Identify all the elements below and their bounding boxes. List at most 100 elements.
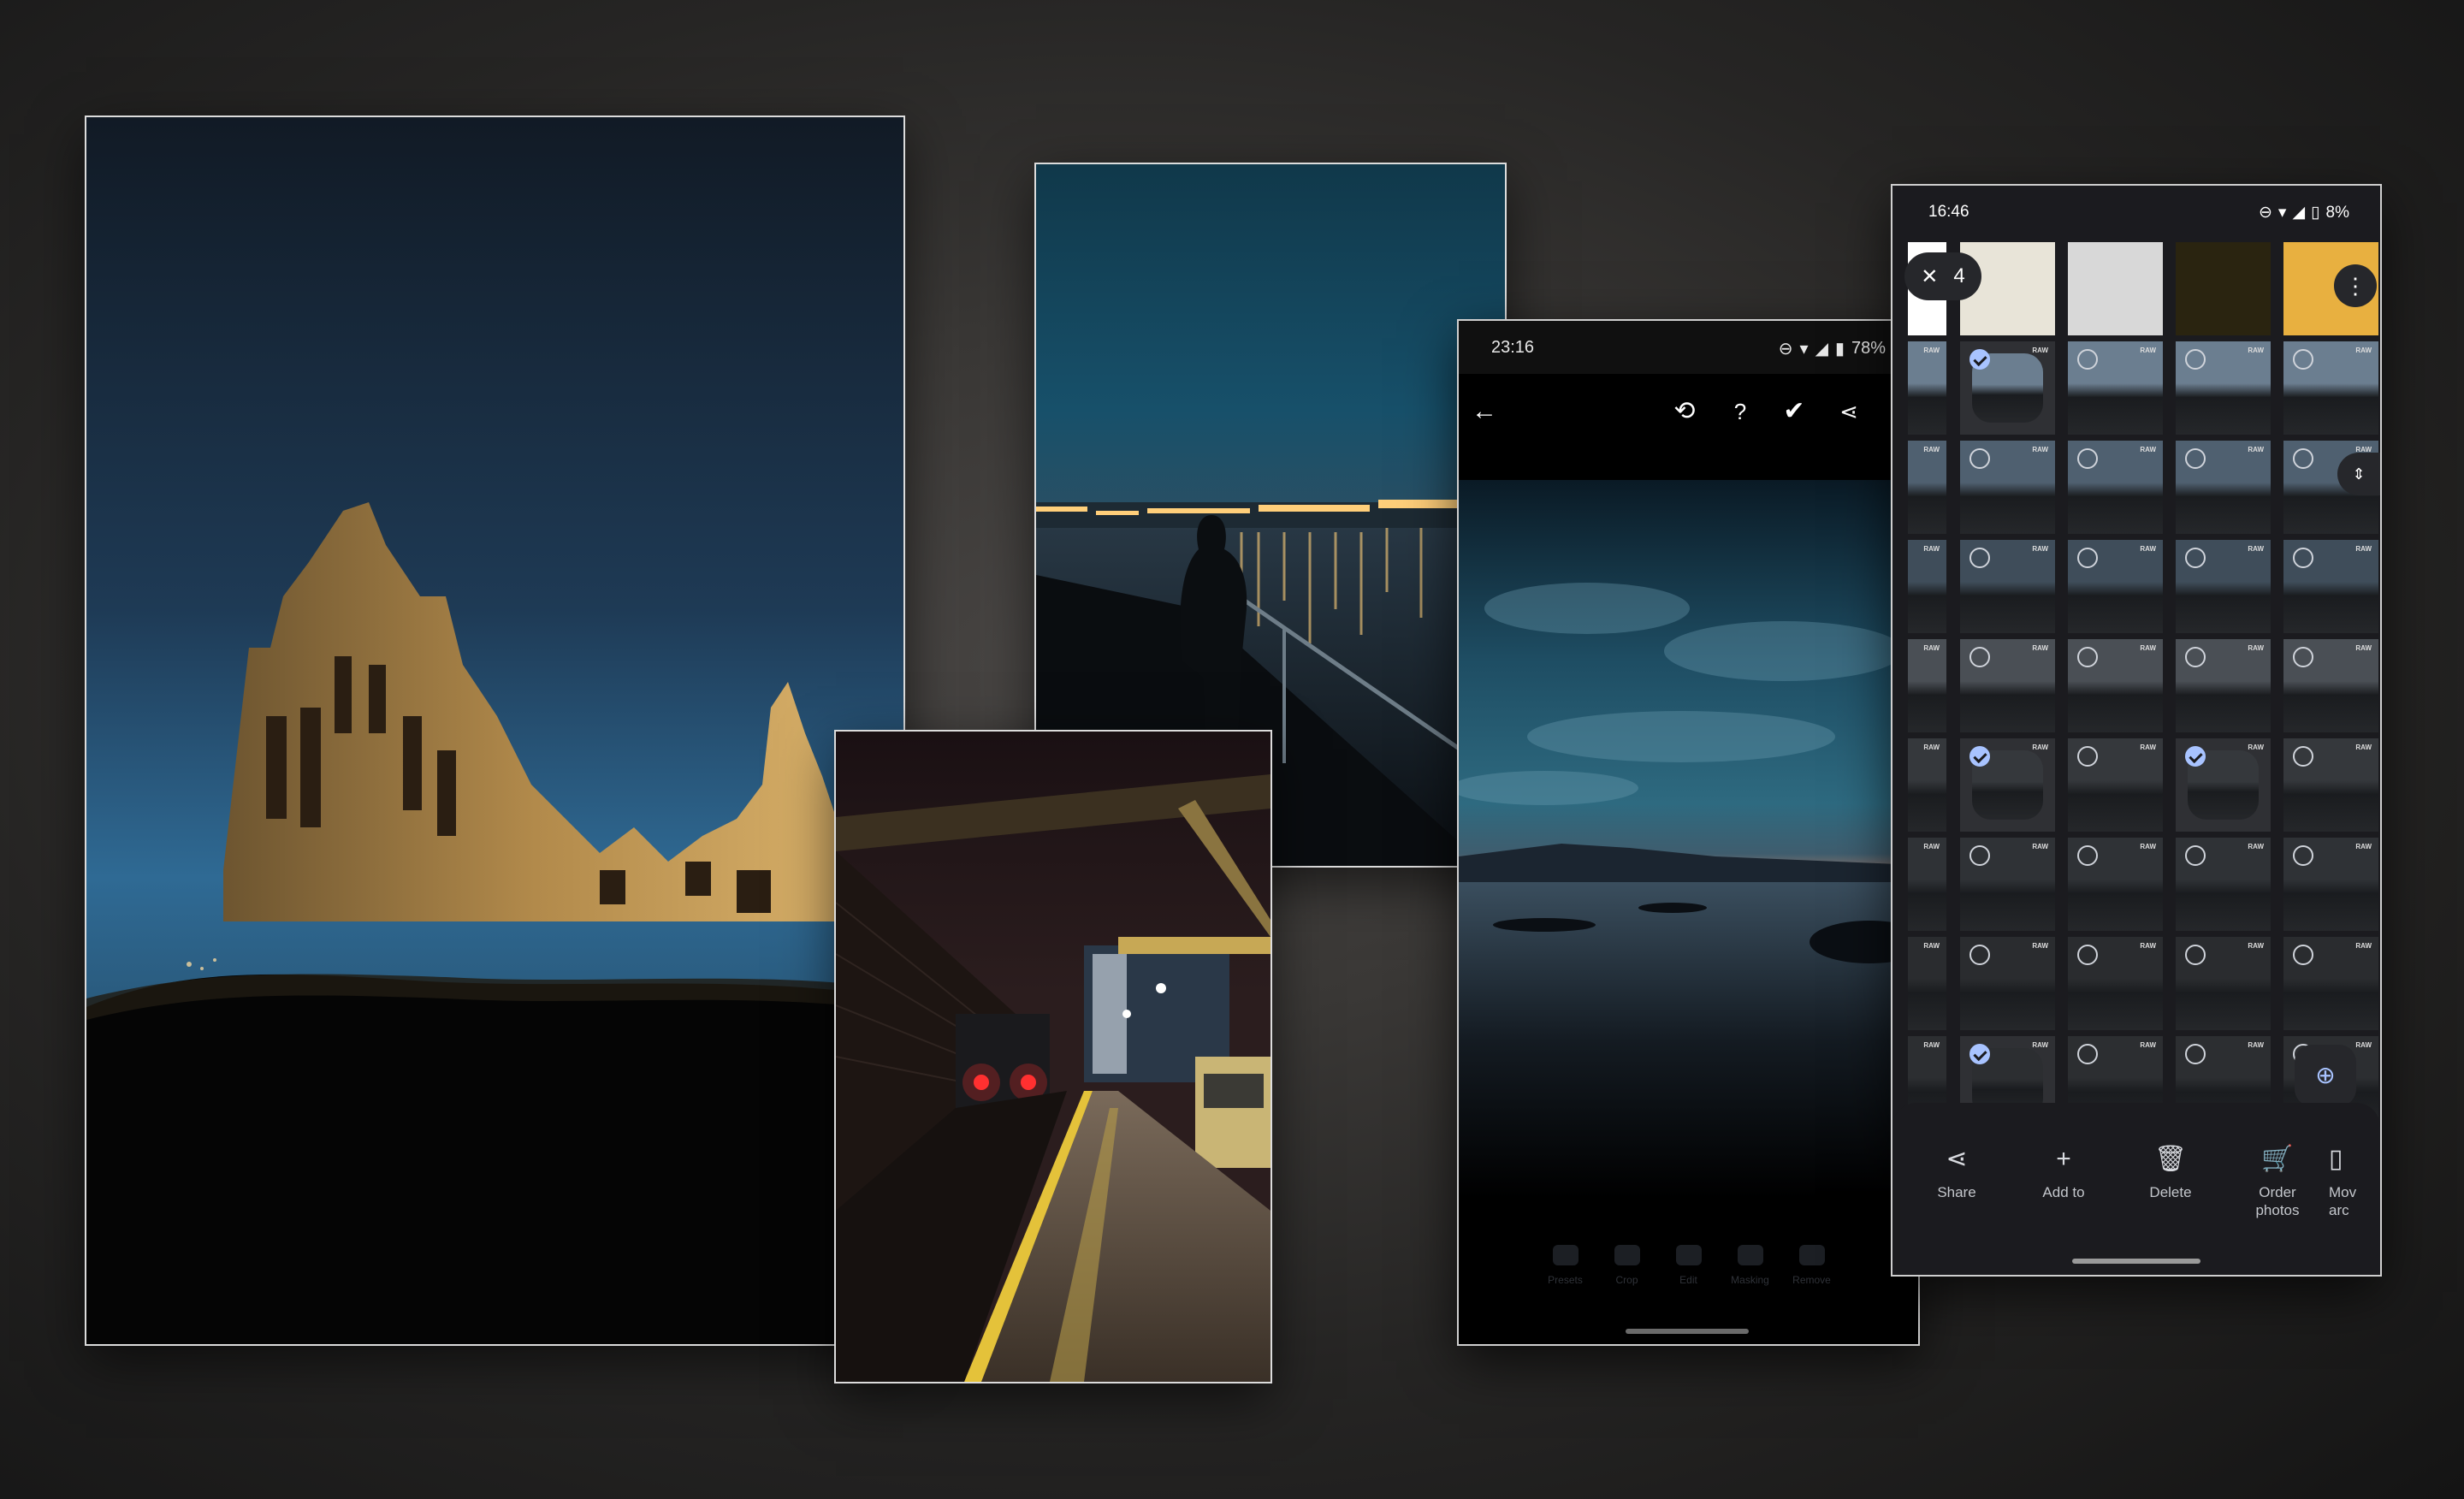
check-circle-icon[interactable]: ✔ <box>1777 394 1811 429</box>
unchecked-circle-icon[interactable] <box>1969 945 1990 965</box>
status-icons: ⊖ ▾ ◢ ▮ 78% <box>1779 338 1886 359</box>
photo-thumbnail[interactable]: RAW <box>2176 639 2271 732</box>
more-vertical-icon[interactable]: ⋮ <box>2334 264 2377 307</box>
photo-thumbnail[interactable]: RAW <box>1908 540 1946 633</box>
photo-thumbnail[interactable]: RAW <box>2176 838 2271 931</box>
photo-thumbnail[interactable]: RAW <box>2068 738 2163 832</box>
photo-thumbnail[interactable]: RAW <box>2283 639 2378 732</box>
photo-thumbnail[interactable]: RAW <box>1960 441 2055 534</box>
unchecked-circle-icon[interactable] <box>2293 945 2313 965</box>
photo-thumbnail[interactable]: RAW <box>1960 639 2055 732</box>
unchecked-circle-icon[interactable] <box>2077 845 2098 866</box>
photo-thumbnail[interactable]: RAW <box>1908 937 1946 1030</box>
close-icon[interactable]: ✕ <box>1921 264 1938 289</box>
photo-thumbnail[interactable]: RAW <box>2283 838 2378 931</box>
help-circle-icon[interactable]: ? <box>1723 394 1757 429</box>
wifi-icon: ▾ <box>1799 340 1809 358</box>
history-icon[interactable]: ⟲ <box>1667 394 1702 429</box>
photo-thumbnail[interactable]: RAW <box>1960 738 2055 832</box>
unchecked-circle-icon[interactable] <box>2077 746 2098 767</box>
raw-badge: RAW <box>2140 942 2156 950</box>
photo-thumbnail[interactable]: RAW <box>2176 441 2271 534</box>
tool-edit[interactable]: Edit <box>1667 1245 1711 1313</box>
scrollbar-handle-icon[interactable]: ⇕ <box>2337 453 2380 495</box>
checked-circle-icon[interactable] <box>2185 746 2206 767</box>
photo-thumbnail[interactable]: RAW <box>2283 540 2378 633</box>
photo-thumbnail[interactable]: RAW <box>2068 639 2163 732</box>
dnd-icon: ⊖ <box>1778 340 1793 358</box>
unchecked-circle-icon[interactable] <box>2077 945 2098 965</box>
unchecked-circle-icon[interactable] <box>2185 647 2206 667</box>
unchecked-circle-icon[interactable] <box>2185 349 2206 370</box>
unchecked-circle-icon[interactable] <box>2077 448 2098 469</box>
archive-icon: ▯ <box>2329 1145 2343 1173</box>
checked-circle-icon[interactable] <box>1969 1044 1990 1064</box>
photo-thumbnail[interactable] <box>2176 242 2271 335</box>
photo-thumbnail[interactable]: RAW <box>2176 540 2271 633</box>
unchecked-circle-icon[interactable] <box>2077 1044 2098 1064</box>
photo-thumbnail[interactable]: RAW <box>2283 738 2378 832</box>
photo-thumbnail[interactable]: RAW <box>1908 341 1946 435</box>
photo-thumbnail[interactable]: RAW <box>2283 341 2378 435</box>
photo-thumbnail[interactable]: RAW <box>1908 639 1946 732</box>
tool-remove[interactable]: Remove <box>1790 1245 1834 1313</box>
zoom-in-icon[interactable]: ⊕ <box>2295 1045 2356 1106</box>
action-delete[interactable]: 🗑 Delete <box>2132 1144 2209 1201</box>
raw-badge: RAW <box>1923 942 1940 950</box>
unchecked-circle-icon[interactable] <box>2077 647 2098 667</box>
unchecked-circle-icon[interactable] <box>2293 746 2313 767</box>
unchecked-circle-icon[interactable] <box>2293 647 2313 667</box>
photo-thumbnail[interactable]: RAW <box>1960 540 2055 633</box>
unchecked-circle-icon[interactable] <box>2185 1044 2206 1064</box>
unchecked-circle-icon[interactable] <box>1969 647 1990 667</box>
photo-thumbnail[interactable]: RAW <box>2068 341 2163 435</box>
raw-badge: RAW <box>2248 744 2264 751</box>
photo-thumbnail[interactable]: RAW <box>1908 441 1946 534</box>
raw-badge: RAW <box>2032 347 2048 354</box>
selection-count-pill[interactable]: ✕ 4 <box>1904 252 1981 300</box>
tool-presets[interactable]: Presets <box>1543 1245 1588 1313</box>
action-add-to[interactable]: + Add to <box>2025 1144 2102 1201</box>
share-icon: ⋖ <box>1946 1145 1968 1173</box>
action-share[interactable]: ⋖ Share <box>1918 1144 1995 1201</box>
unchecked-circle-icon[interactable] <box>2293 349 2313 370</box>
unchecked-circle-icon[interactable] <box>2077 548 2098 568</box>
photo-thumbnail[interactable]: RAW <box>2068 441 2163 534</box>
photo-thumbnail[interactable]: RAW <box>2068 838 2163 931</box>
photo-thumbnail[interactable]: RAW <box>2176 738 2271 832</box>
unchecked-circle-icon[interactable] <box>2185 548 2206 568</box>
action-move-archive[interactable]: ▯ Mov arc <box>2329 1144 2380 1219</box>
photo-thumbnail[interactable]: RAW <box>2283 937 2378 1030</box>
photo-thumbnail[interactable] <box>2068 242 2163 335</box>
arrow-left-icon[interactable]: ← <box>1467 394 1502 429</box>
photo-thumbnail[interactable]: RAW <box>1908 738 1946 832</box>
photo-thumbnail[interactable]: RAW <box>2068 540 2163 633</box>
trash-icon: 🗑 <box>2153 1145 2188 1173</box>
action-order-photos[interactable]: 🛒 Order photos <box>2239 1144 2316 1219</box>
photo-thumbnail[interactable]: RAW <box>2176 341 2271 435</box>
unchecked-circle-icon[interactable] <box>2293 548 2313 568</box>
photo-thumbnail[interactable]: RAW <box>2176 937 2271 1030</box>
share-icon[interactable]: ⋖ <box>1832 394 1866 429</box>
checked-circle-icon[interactable] <box>1969 349 1990 370</box>
photo-thumbnail[interactable]: RAW <box>2068 937 2163 1030</box>
unchecked-circle-icon[interactable] <box>2293 448 2313 469</box>
photo-thumbnail[interactable]: RAW <box>1908 838 1946 931</box>
unchecked-circle-icon[interactable] <box>2185 448 2206 469</box>
home-indicator[interactable] <box>1626 1329 1749 1334</box>
tool-crop[interactable]: Crop <box>1605 1245 1650 1313</box>
photo-thumbnail[interactable]: RAW <box>1960 341 2055 435</box>
unchecked-circle-icon[interactable] <box>1969 448 1990 469</box>
home-indicator[interactable] <box>2072 1259 2200 1264</box>
plus-icon: + <box>2056 1145 2071 1173</box>
checked-circle-icon[interactable] <box>1969 746 1990 767</box>
photo-thumbnail[interactable]: RAW <box>1960 937 2055 1030</box>
tool-masking[interactable]: Masking <box>1728 1245 1773 1313</box>
unchecked-circle-icon[interactable] <box>1969 548 1990 568</box>
unchecked-circle-icon[interactable] <box>2185 945 2206 965</box>
unchecked-circle-icon[interactable] <box>2293 845 2313 866</box>
photo-thumbnail[interactable]: RAW <box>1960 838 2055 931</box>
unchecked-circle-icon[interactable] <box>1969 845 1990 866</box>
unchecked-circle-icon[interactable] <box>2077 349 2098 370</box>
unchecked-circle-icon[interactable] <box>2185 845 2206 866</box>
